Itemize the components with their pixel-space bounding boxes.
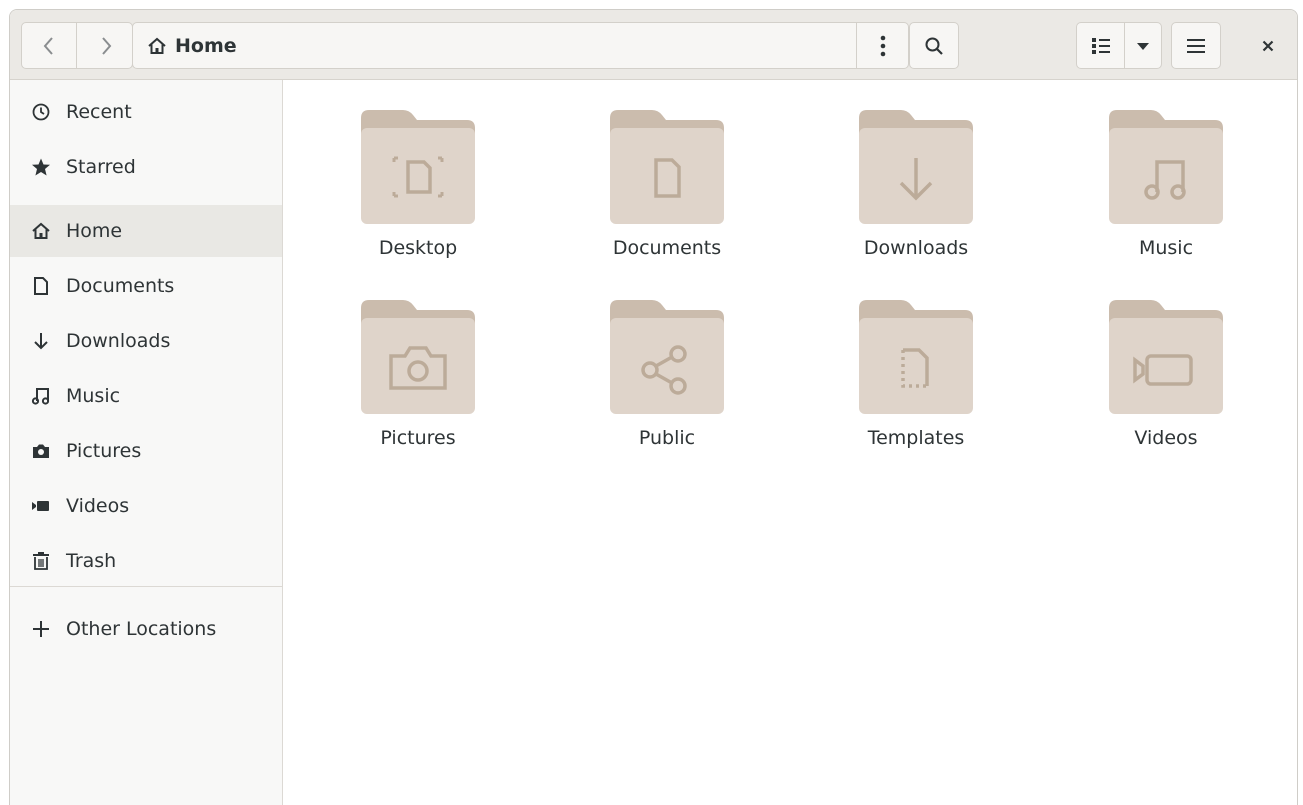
folder-label: Pictures: [380, 427, 456, 449]
view-options: [1076, 22, 1162, 69]
sidebar-item-pictures[interactable]: Pictures: [10, 425, 282, 477]
clock-icon: [30, 101, 52, 123]
sidebar-item-downloads[interactable]: Downloads: [10, 315, 282, 367]
folder-label: Public: [638, 427, 696, 449]
folder-desktop[interactable]: Desktop: [318, 80, 518, 259]
forward-button[interactable]: [78, 23, 133, 68]
folder-documents[interactable]: Documents: [567, 80, 767, 259]
sidebar-item-label: Recent: [66, 101, 132, 123]
folder-public[interactable]: Public: [567, 270, 767, 449]
folder-icon: [610, 110, 724, 224]
folder-icon: [361, 300, 475, 414]
folder-label: Documents: [612, 237, 722, 259]
sidebar-item-label: Pictures: [66, 440, 142, 462]
document-icon: [30, 275, 52, 297]
sidebar-item-music[interactable]: Music: [10, 370, 282, 422]
sidebar-item-label: Home: [66, 220, 123, 242]
home-icon: [30, 220, 52, 242]
folder-label: Music: [1138, 237, 1194, 259]
video-icon: [30, 495, 52, 517]
folder-pictures[interactable]: Pictures: [318, 270, 518, 449]
sidebar-item-recent[interactable]: Recent: [10, 86, 282, 138]
sidebar-item-label: Music: [66, 385, 121, 407]
close-button[interactable]: [1248, 22, 1288, 69]
sidebar-item-label: Starred: [66, 156, 136, 178]
sidebar-separator: [10, 586, 282, 587]
list-view-icon: [1091, 37, 1110, 54]
folder-label: Videos: [1134, 427, 1198, 449]
folder-templates[interactable]: Templates: [816, 270, 1016, 449]
folder-icon: [1109, 110, 1223, 224]
folder-icon: [610, 300, 724, 414]
folder-icon: [1109, 300, 1223, 414]
sidebar-item-home[interactable]: Home: [10, 205, 282, 257]
sidebar-item-documents[interactable]: Documents: [10, 260, 282, 312]
hamburger-menu-icon: [1187, 38, 1205, 53]
breadcrumb-label: Home: [175, 34, 237, 57]
folder-icon: [361, 110, 475, 224]
dropdown-arrow-icon: [1137, 42, 1149, 50]
location-bar[interactable]: Home: [132, 22, 909, 69]
trash-icon: [30, 550, 52, 572]
back-button[interactable]: [22, 23, 77, 68]
sidebar-item-label: Documents: [66, 275, 175, 297]
sidebar-item-label: Downloads: [66, 330, 171, 352]
sidebar-item-starred[interactable]: Starred: [10, 141, 282, 193]
go-forward-icon: [101, 36, 111, 55]
home-icon: [148, 37, 166, 54]
close-icon: [1262, 40, 1274, 51]
header-bar: Home: [10, 10, 1297, 80]
folder-music[interactable]: Music: [1066, 80, 1266, 259]
view-dropdown-button[interactable]: [1125, 23, 1161, 68]
sidebar-item-trash[interactable]: Trash: [10, 535, 282, 587]
kebab-menu-icon: [880, 35, 885, 56]
go-back-icon: [43, 36, 53, 55]
search-icon: [925, 37, 943, 55]
sidebar-item-label: Trash: [66, 550, 117, 572]
sidebar-item-other-locations[interactable]: Other Locations: [10, 603, 282, 655]
folder-label: Downloads: [863, 237, 969, 259]
star-icon: [30, 156, 52, 178]
folder-downloads[interactable]: Downloads: [816, 80, 1016, 259]
location-menu-button[interactable]: [856, 23, 908, 68]
folder-videos[interactable]: Videos: [1066, 270, 1266, 449]
music-note-icon: [30, 385, 52, 407]
main-menu-button[interactable]: [1171, 22, 1221, 69]
list-view-button[interactable]: [1077, 23, 1125, 68]
sidebar: Recent Starred Home Documents Downloads: [10, 80, 283, 805]
folder-label: Desktop: [378, 237, 458, 259]
folder-grid: Desktop Documents Downloads Music Pictur…: [284, 80, 1297, 805]
folder-icon: [859, 300, 973, 414]
folder-icon: [859, 110, 973, 224]
camera-icon: [30, 440, 52, 462]
download-arrow-icon: [30, 330, 52, 352]
sidebar-item-label: Other Locations: [66, 618, 217, 640]
search-button[interactable]: [909, 22, 959, 69]
sidebar-item-label: Videos: [66, 495, 130, 517]
file-manager-window: Home Recent Starred Home Documents Downl…: [9, 9, 1298, 805]
sidebar-item-videos[interactable]: Videos: [10, 480, 282, 532]
plus-icon: [30, 618, 52, 640]
folder-label: Templates: [867, 427, 965, 449]
navigation-buttons: [21, 22, 133, 69]
breadcrumb-home[interactable]: Home: [147, 23, 237, 68]
